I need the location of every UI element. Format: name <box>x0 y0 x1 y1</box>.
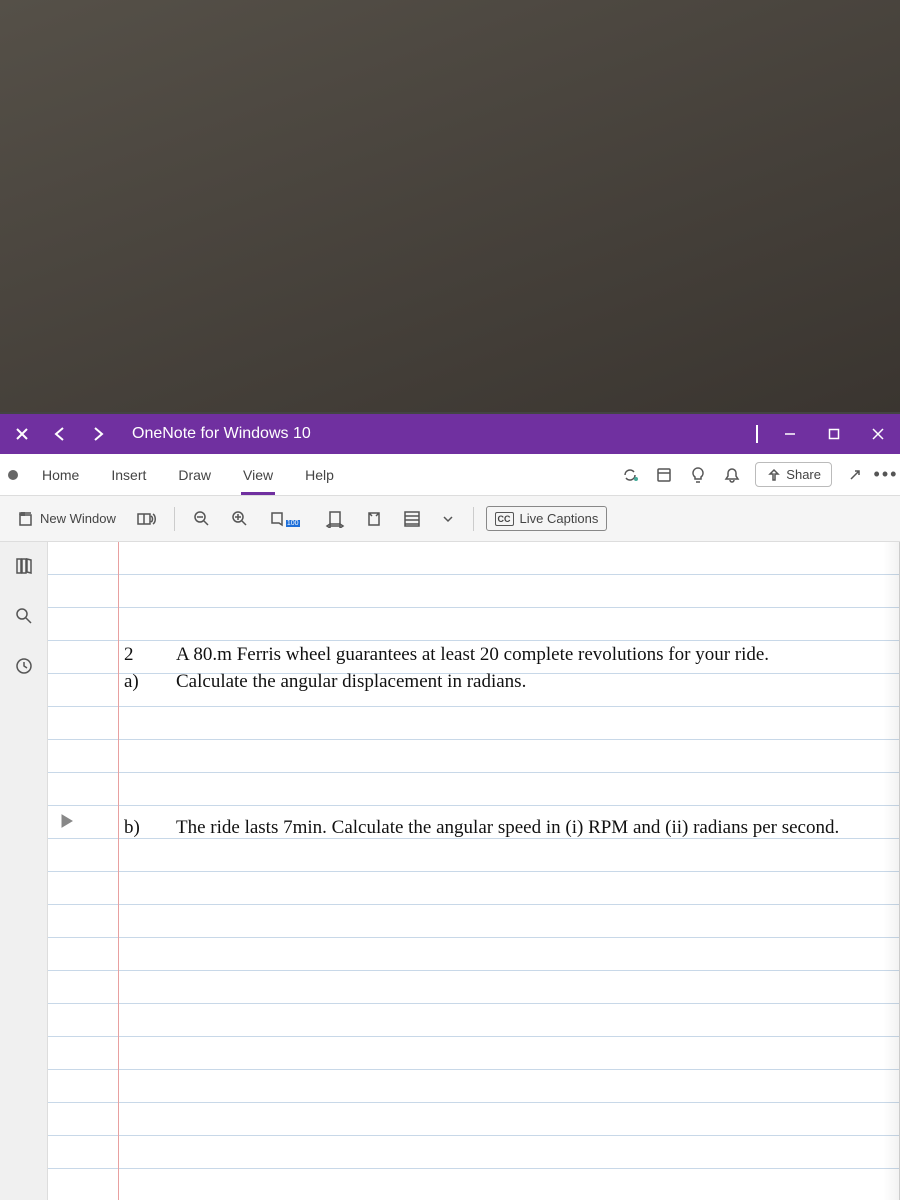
sync-status-icon[interactable] <box>615 460 645 490</box>
note-page[interactable]: 2 A 80.m Ferris wheel guarantees at leas… <box>48 542 900 1200</box>
tab-insert[interactable]: Insert <box>95 454 162 495</box>
tab-home[interactable]: Home <box>26 454 95 495</box>
immersive-reader-button[interactable] <box>130 506 162 532</box>
notifications-icon[interactable] <box>717 460 747 490</box>
view-toolbar: New Window 100 CC Live Captions <box>0 496 900 542</box>
share-button[interactable]: Share <box>755 462 832 487</box>
lightbulb-icon[interactable] <box>683 460 713 490</box>
minimize-button[interactable] <box>768 414 812 454</box>
title-bar: OneNote for Windows 10 <box>0 414 900 454</box>
tab-view[interactable]: View <box>227 454 289 495</box>
zoom-in-button[interactable] <box>225 506 255 532</box>
zoom-100-badge: 100 <box>286 520 300 527</box>
share-label: Share <box>786 467 821 482</box>
live-captions-button[interactable]: CC Live Captions <box>486 506 608 531</box>
recent-icon[interactable] <box>8 650 40 682</box>
ribbon-tabs: Home Insert Draw View Help Share ••• <box>0 454 900 496</box>
text-cursor <box>756 425 758 443</box>
app-title: OneNote for Windows 10 <box>120 425 311 443</box>
maximize-button[interactable] <box>812 414 856 454</box>
page-color-button[interactable] <box>359 506 389 532</box>
record-indicator-icon <box>8 470 18 480</box>
feed-icon[interactable] <box>649 460 679 490</box>
tab-draw[interactable]: Draw <box>162 454 227 495</box>
back-button[interactable] <box>44 418 76 450</box>
question-2b: b) The ride lasts 7min. Calculate the an… <box>124 815 869 842</box>
note-content[interactable]: 2 A 80.m Ferris wheel guarantees at leas… <box>48 542 899 962</box>
close-window-button[interactable] <box>856 414 900 454</box>
new-window-button[interactable]: New Window <box>10 506 122 532</box>
q2b-text: The ride lasts 7min. Calculate the angul… <box>176 815 869 842</box>
q2-number: 2 <box>124 642 176 669</box>
cc-icon: CC <box>495 512 514 526</box>
search-icon[interactable] <box>8 600 40 632</box>
zoom-100-button[interactable]: 100 <box>263 506 311 532</box>
page-edge-shadow <box>883 542 899 1200</box>
more-options-button[interactable]: ••• <box>872 464 900 485</box>
app-window: OneNote for Windows 10 Home Insert Draw … <box>0 412 900 1200</box>
main-area: 2 A 80.m Ferris wheel guarantees at leas… <box>0 542 900 1200</box>
toolbar-dropdown[interactable] <box>435 508 461 530</box>
question-2: 2 A 80.m Ferris wheel guarantees at leas… <box>124 642 869 695</box>
photo-background <box>0 0 900 412</box>
fullscreen-icon[interactable] <box>840 460 870 490</box>
left-sidebar <box>0 542 48 1200</box>
rule-lines-button[interactable] <box>397 506 427 532</box>
tab-help[interactable]: Help <box>289 454 350 495</box>
zoom-out-button[interactable] <box>187 506 217 532</box>
forward-button[interactable] <box>82 418 114 450</box>
page-width-button[interactable] <box>319 506 351 532</box>
q2-text: A 80.m Ferris wheel guarantees at least … <box>176 642 869 669</box>
close-tab-icon[interactable] <box>6 418 38 450</box>
navigation-icon[interactable] <box>8 550 40 582</box>
new-window-label: New Window <box>40 511 116 526</box>
live-captions-label: Live Captions <box>520 511 599 526</box>
q2b-number: b) <box>124 815 176 842</box>
q2a-number: a) <box>124 669 176 696</box>
q2a-text: Calculate the angular displacement in ra… <box>176 669 869 696</box>
play-audio-icon[interactable] <box>58 812 82 836</box>
